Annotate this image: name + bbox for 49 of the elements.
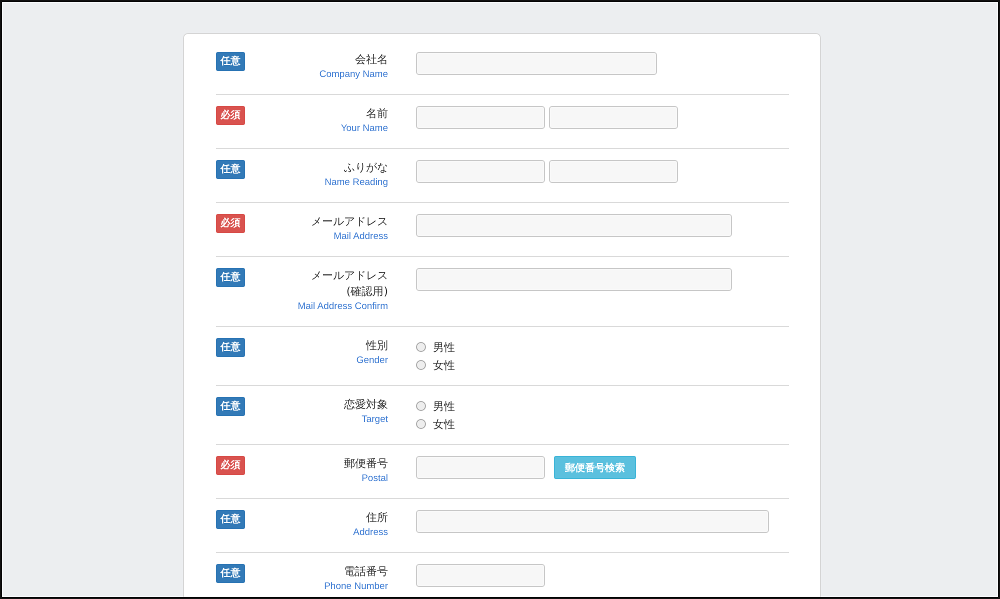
field-label-english: Gender [356,354,388,368]
text-field[interactable] [549,106,678,129]
field-label-english: Name Reading [324,176,388,190]
radio-label[interactable]: 女性 [433,358,455,372]
field-label: 会社名 [355,52,388,68]
radio-button[interactable] [416,342,426,352]
field-label-english: Company Name [319,68,388,82]
radio-label[interactable]: 男性 [433,340,455,354]
field-label: 郵便番号 [344,456,388,472]
field-label: 性別 [366,338,388,354]
text-field[interactable] [416,214,732,237]
field-label: ふりがな [344,160,388,176]
text-field[interactable] [416,510,769,533]
field-label: 恋愛対象 [344,397,388,413]
field-badge: 任意 [216,160,245,179]
field-badge: 任意 [216,510,245,529]
field-label-english: Mail Address Confirm [298,300,388,314]
field-badge: 必須 [216,106,245,125]
radio-button[interactable] [416,401,426,411]
radio-label[interactable]: 女性 [433,416,455,432]
field-badge: 任意 [216,564,245,583]
field-label: 電話番号 [344,564,388,580]
radio-button[interactable] [416,419,426,429]
field-badge: 必須 [216,214,245,233]
radio-button[interactable] [416,360,426,370]
field-label: メールアドレス [311,214,388,230]
field-badge: 必須 [216,456,245,475]
field-badge: 任意 [216,397,245,416]
field-label-english: Your Name [340,122,388,136]
text-field[interactable] [416,106,545,129]
field-label-english: Address [353,526,388,540]
field-badge: 任意 [216,52,245,71]
field-label: (確認用) [346,284,388,300]
field-label-english: Phone Number [324,580,388,594]
field-label-english: Target [362,413,388,427]
text-field[interactable] [416,160,545,183]
text-field[interactable] [416,564,545,587]
field-label-english: Postal [362,472,388,486]
text-field[interactable] [416,268,732,291]
field-label: 住所 [366,510,388,526]
field-label: メールアドレス [311,268,388,284]
field-label: 名前 [366,106,388,122]
text-field[interactable] [416,52,657,75]
field-label-english: Mail Address [334,230,388,244]
field-badge: 任意 [216,338,245,357]
text-field[interactable] [549,160,678,183]
text-field[interactable] [416,456,545,479]
radio-label[interactable]: 男性 [433,398,455,414]
field-badge: 任意 [216,268,245,287]
